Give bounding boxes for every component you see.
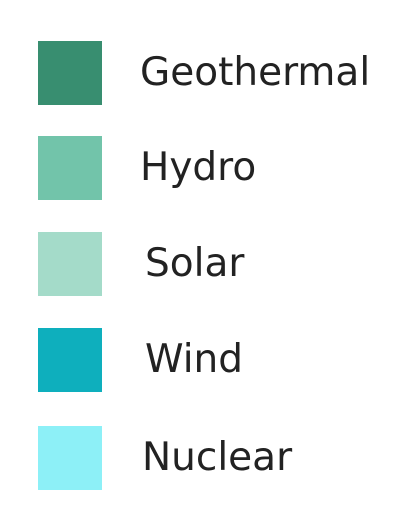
legend-item-solar: Solar: [0, 232, 409, 296]
legend-label-solar: Solar: [145, 241, 245, 286]
legend-label-hydro: Hydro: [140, 145, 257, 190]
legend-swatch-geothermal: [38, 41, 102, 105]
chart-legend: Geothermal Hydro Solar Wind Nuclear: [0, 0, 409, 530]
legend-item-geothermal: Geothermal: [0, 41, 409, 105]
legend-swatch-nuclear: [38, 426, 102, 490]
legend-item-hydro: Hydro: [0, 136, 409, 200]
legend-item-nuclear: Nuclear: [0, 426, 409, 490]
legend-swatch-solar: [38, 232, 102, 296]
legend-item-wind: Wind: [0, 328, 409, 392]
legend-swatch-hydro: [38, 136, 102, 200]
legend-label-wind: Wind: [145, 337, 244, 382]
legend-label-geothermal: Geothermal: [140, 50, 371, 95]
legend-label-nuclear: Nuclear: [142, 435, 293, 480]
legend-swatch-wind: [38, 328, 102, 392]
